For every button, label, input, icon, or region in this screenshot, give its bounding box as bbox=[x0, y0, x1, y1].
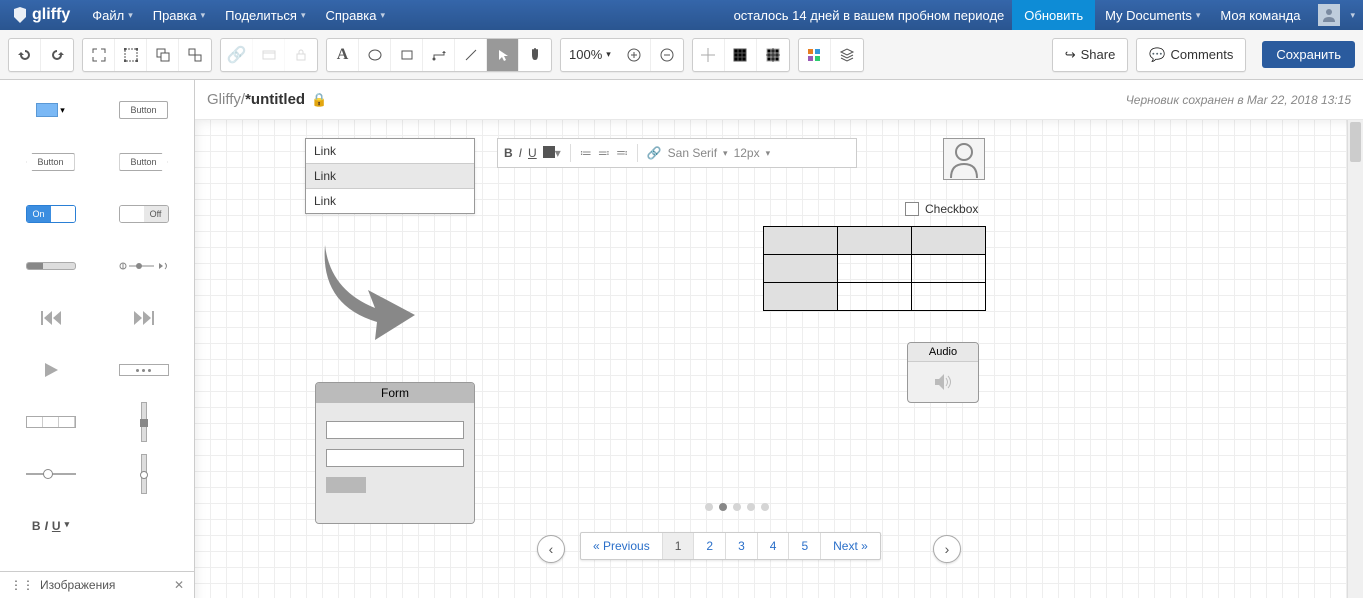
canvas-pager[interactable]: « Previous 1 2 3 4 5 Next » bbox=[580, 532, 881, 560]
logo-text: gliffy bbox=[32, 6, 70, 24]
upgrade-button[interactable]: Обновить bbox=[1012, 0, 1095, 30]
breadcrumb-app[interactable]: Gliffy bbox=[207, 91, 241, 108]
undo-button[interactable] bbox=[9, 39, 41, 71]
menu-file[interactable]: Файл▾ bbox=[82, 0, 143, 30]
grid-button[interactable] bbox=[725, 39, 757, 71]
redo-button[interactable] bbox=[41, 39, 73, 71]
close-icon[interactable]: ✕ bbox=[174, 578, 184, 592]
shape-skip-fwd[interactable] bbox=[97, 292, 190, 344]
toolbar: 🔗 A 100% ▾ ↪Share 💬Comments Сохранить bbox=[0, 30, 1363, 80]
canvas-wrap: Gliffy / *untitled 🔒 Черновик сохранен в… bbox=[195, 80, 1363, 598]
sidebar-section-images[interactable]: ⋮⋮ Изображения ✕ bbox=[0, 571, 194, 598]
lock-button bbox=[285, 39, 317, 71]
canvas-header: Gliffy / *untitled 🔒 Черновик сохранен в… bbox=[195, 80, 1363, 120]
menu-share[interactable]: Поделиться▾ bbox=[215, 0, 315, 30]
link-button: 🔗 bbox=[221, 39, 253, 71]
shape-skip-back[interactable] bbox=[4, 292, 97, 344]
main-area: ▾ Button Button Button On Off BIU▾ ⋮⋮ Из… bbox=[0, 80, 1363, 598]
pan-tool[interactable] bbox=[519, 39, 551, 71]
zoom-select[interactable]: 100% ▾ bbox=[561, 39, 619, 71]
save-button[interactable]: Сохранить bbox=[1262, 41, 1355, 68]
logo[interactable]: gliffy bbox=[0, 6, 82, 24]
canvas-audio[interactable]: Audio bbox=[907, 342, 979, 403]
pointer-tool[interactable] bbox=[487, 39, 519, 71]
comments-button[interactable]: 💬Comments bbox=[1137, 39, 1245, 71]
ellipse-tool[interactable] bbox=[359, 39, 391, 71]
text-tool[interactable]: A bbox=[327, 39, 359, 71]
select-all-button[interactable] bbox=[115, 39, 147, 71]
canvas-arrow[interactable] bbox=[315, 240, 425, 340]
shape-play[interactable] bbox=[4, 344, 97, 396]
canvas-scrollbar[interactable] bbox=[1347, 120, 1363, 598]
menu-help[interactable]: Справка▾ bbox=[316, 0, 396, 30]
shape-toggle-on[interactable]: On bbox=[4, 188, 97, 240]
shape-progress[interactable] bbox=[4, 240, 97, 292]
shape-toggle-off[interactable]: Off bbox=[97, 188, 190, 240]
shape-vslider[interactable] bbox=[97, 396, 190, 448]
popup-button bbox=[253, 39, 285, 71]
shape-button-tag-right[interactable]: Button bbox=[97, 136, 190, 188]
canvas-nav-next[interactable]: › bbox=[933, 535, 961, 563]
shape-menu-bar[interactable] bbox=[4, 396, 97, 448]
layers-button[interactable] bbox=[831, 39, 863, 71]
group-button[interactable] bbox=[147, 39, 179, 71]
zoom-out-button[interactable] bbox=[651, 39, 683, 71]
connector-tool[interactable] bbox=[423, 39, 455, 71]
app-header: gliffy Файл▾ Правка▾ Поделиться▾ Справка… bbox=[0, 0, 1363, 30]
canvas-avatar[interactable] bbox=[943, 138, 985, 180]
ungroup-button[interactable] bbox=[179, 39, 211, 71]
canvas-dots[interactable] bbox=[705, 503, 769, 511]
shape-hslider[interactable] bbox=[4, 448, 97, 500]
rect-tool[interactable] bbox=[391, 39, 423, 71]
shape-color[interactable]: ▾ bbox=[4, 84, 97, 136]
menu-team[interactable]: Моя команда bbox=[1210, 0, 1310, 30]
canvas-checkbox[interactable]: Checkbox bbox=[905, 202, 978, 216]
shape-button-tag-left[interactable]: Button bbox=[4, 136, 97, 188]
shape-volume[interactable] bbox=[97, 240, 190, 292]
shape-button-rect[interactable]: Button bbox=[97, 84, 190, 136]
draft-saved-text: Черновик сохранен в Mar 22, 2018 13:15 bbox=[1126, 93, 1351, 107]
theme-button[interactable] bbox=[799, 39, 831, 71]
lock-icon[interactable]: 🔒 bbox=[311, 92, 327, 108]
document-title[interactable]: *untitled bbox=[245, 91, 305, 108]
snap-button[interactable] bbox=[693, 39, 725, 71]
canvas-form[interactable]: Form bbox=[315, 382, 475, 524]
line-tool[interactable] bbox=[455, 39, 487, 71]
user-avatar[interactable] bbox=[1318, 4, 1340, 26]
shape-biu[interactable]: BIU▾ bbox=[4, 500, 97, 552]
canvas-richtext-toolbar[interactable]: BIU ▾ ≔≕≔ 🔗 San Serif▾ 12px▾ bbox=[497, 138, 857, 168]
shape-dots-bar[interactable] bbox=[97, 344, 190, 396]
canvas-link-list[interactable]: Link Link Link bbox=[305, 138, 475, 214]
share-button[interactable]: ↪Share bbox=[1053, 39, 1128, 71]
canvas[interactable]: Link Link Link BIU ▾ ≔≕≔ 🔗 San Serif▾ 12… bbox=[195, 120, 1363, 598]
fit-button[interactable] bbox=[83, 39, 115, 71]
trial-text: осталось 14 дней в вашем пробном периоде bbox=[726, 8, 1013, 23]
canvas-nav-prev[interactable]: ‹ bbox=[537, 535, 565, 563]
shape-sidebar: ▾ Button Button Button On Off BIU▾ ⋮⋮ Из… bbox=[0, 80, 195, 598]
canvas-table[interactable] bbox=[763, 226, 986, 311]
menu-edit[interactable]: Правка▾ bbox=[143, 0, 215, 30]
zoom-in-button[interactable] bbox=[619, 39, 651, 71]
menu-mydocs[interactable]: My Documents▾ bbox=[1095, 0, 1210, 30]
shape-vslider-round[interactable] bbox=[97, 448, 190, 500]
guides-button[interactable] bbox=[757, 39, 789, 71]
